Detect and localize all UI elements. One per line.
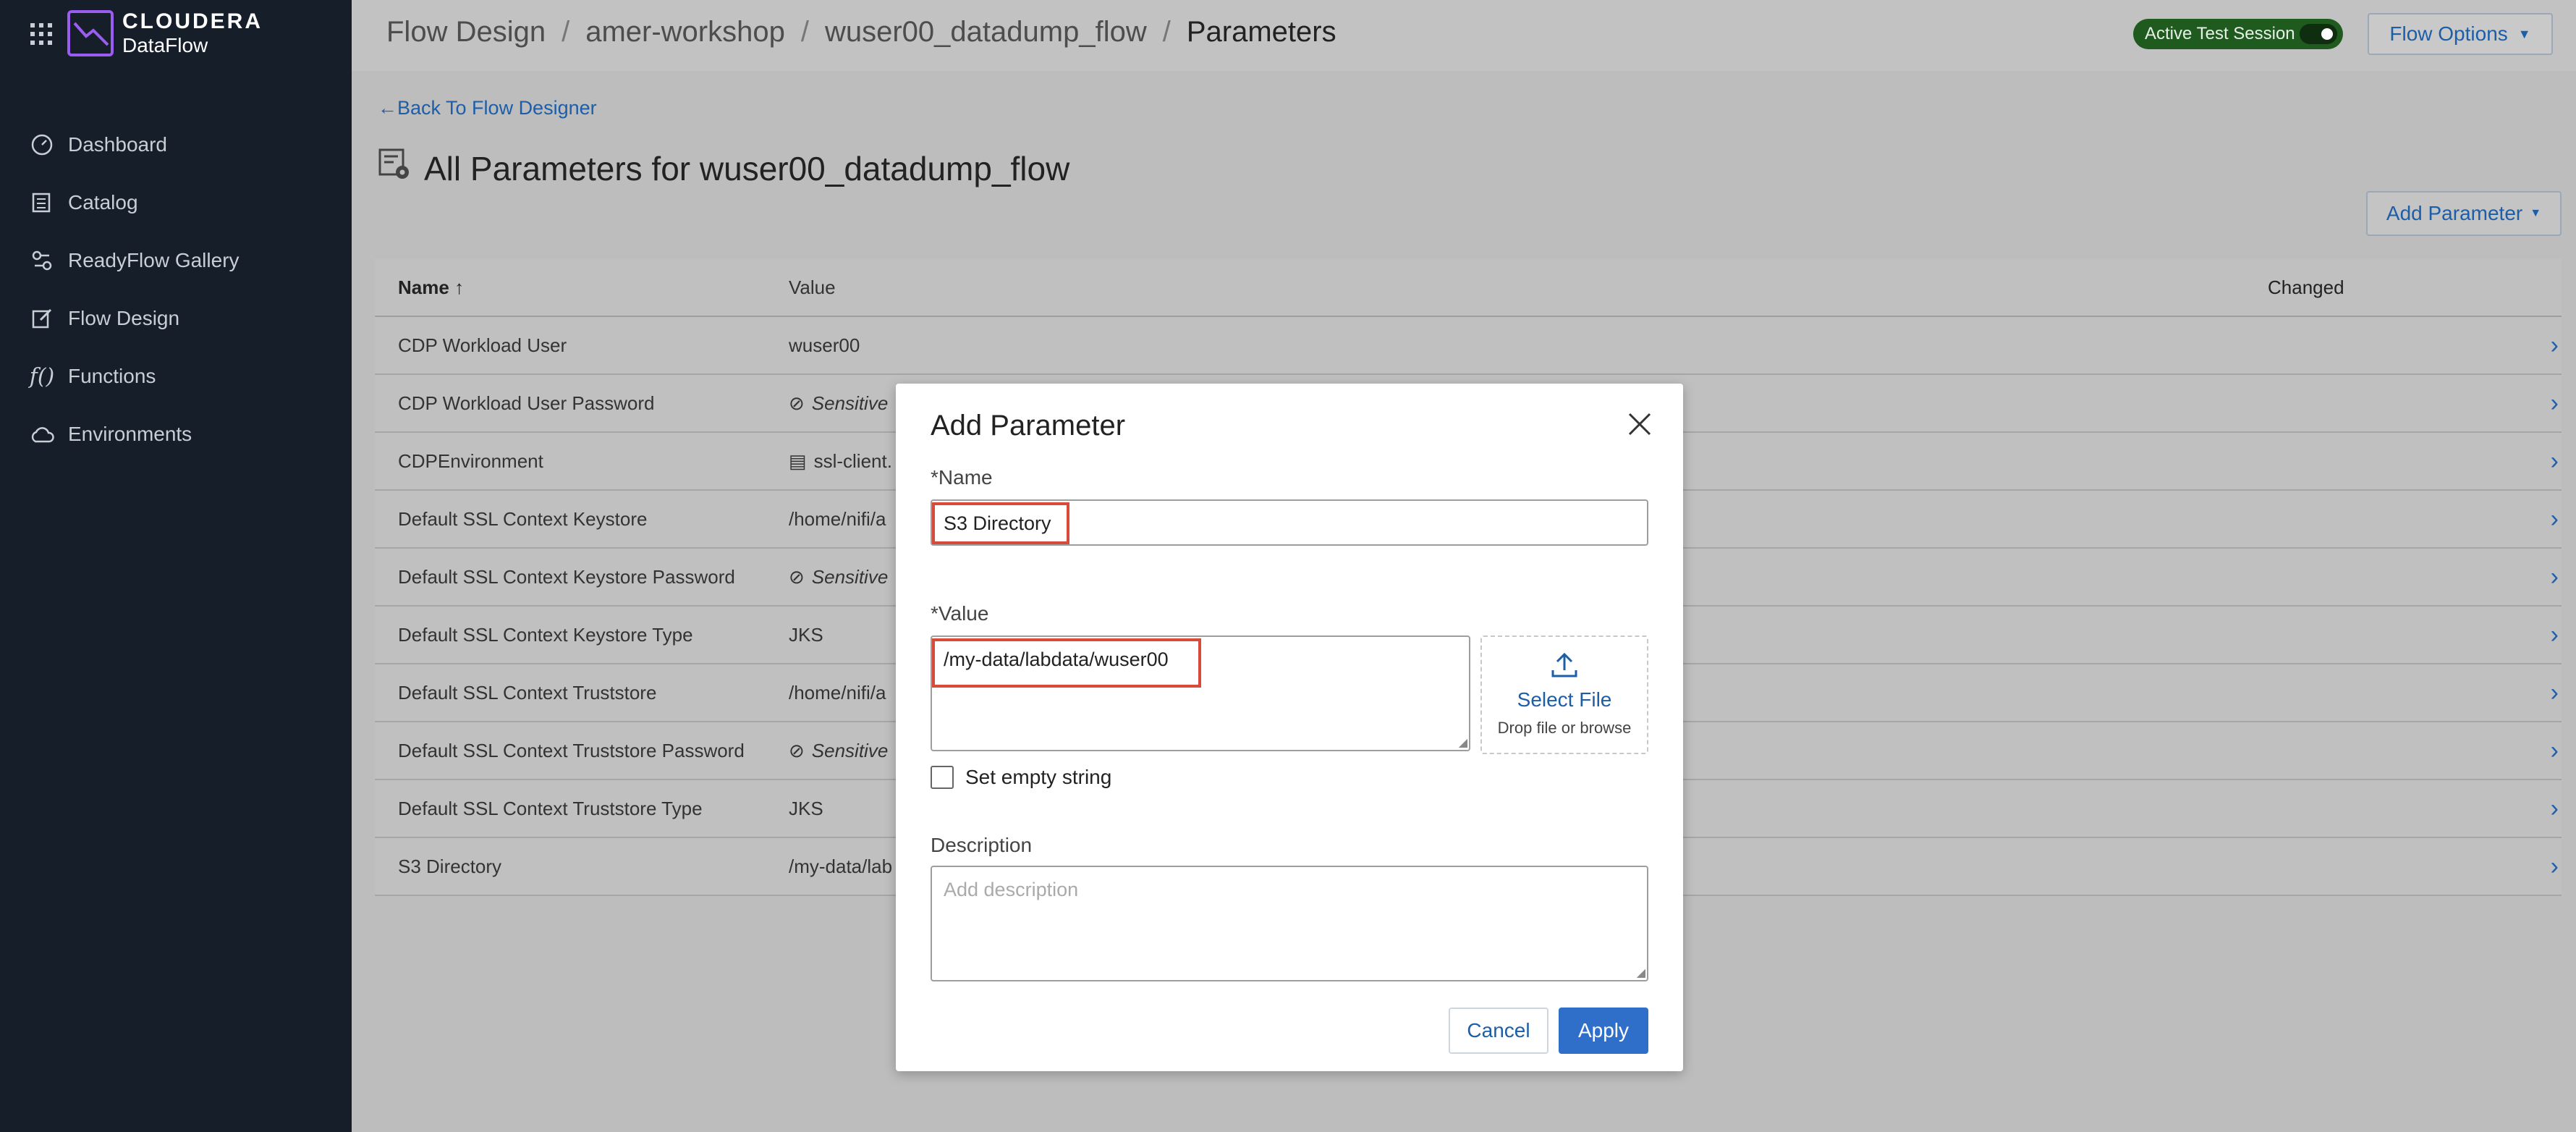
cancel-button[interactable]: Cancel [1449, 1008, 1548, 1054]
sidebar-item-flow-design[interactable]: Flow Design [0, 290, 352, 347]
sidebar-item-label: Functions [68, 365, 156, 387]
sidebar-item-environments[interactable]: Environments [0, 405, 352, 463]
flow-options-label: Flow Options [2389, 22, 2508, 45]
catalog-icon [27, 188, 56, 217]
breadcrumb-separator: / [562, 16, 570, 48]
upload-icon [1482, 650, 1647, 683]
arrow-left-icon: ← [378, 97, 397, 119]
brand-line1: CLOUDERA [122, 9, 263, 33]
app-grid-icon[interactable] [30, 23, 52, 45]
cloud-icon [27, 420, 56, 449]
sidebar-item-catalog[interactable]: Catalog [0, 174, 352, 232]
table-row[interactable]: CDP Workload User wuser00 › [375, 317, 2562, 375]
dataflow-logo-icon [67, 10, 114, 56]
add-parameter-dialog: Add Parameter *Name S3 Directory *Value … [896, 384, 1683, 1071]
description-label: Description [931, 834, 1033, 856]
dialog-title: Add Parameter [931, 410, 1126, 442]
breadcrumb-separator: / [800, 16, 809, 48]
sidebar-nav: Dashboard Catalog ReadyFlow Gallery Flow… [0, 116, 352, 463]
value-label: *Value [931, 602, 989, 625]
table-header: Name ↑ Value Changed [375, 259, 2562, 317]
chevron-right-icon[interactable]: › [2551, 331, 2559, 360]
sidebar: CLOUDERA DataFlow Dashboard Catalog Read… [0, 0, 352, 1132]
caret-down-icon: ▼ [2530, 207, 2542, 219]
add-parameter-button[interactable]: Add Parameter ▼ [2366, 191, 2562, 236]
column-header-value: Value [789, 276, 836, 298]
set-empty-string-label[interactable]: Set empty string [965, 766, 1111, 789]
eye-slash-icon: ⊘ [789, 392, 805, 414]
sidebar-item-label: ReadyFlow Gallery [68, 249, 240, 271]
file-drop-zone[interactable]: Select File Drop file or browse [1480, 635, 1648, 754]
breadcrumb-flow-design[interactable]: Flow Design [386, 16, 546, 48]
sidebar-item-dashboard[interactable]: Dashboard [0, 116, 352, 174]
breadcrumb-separator: / [1162, 16, 1171, 48]
test-session-label: Active Test Session [2145, 24, 2295, 43]
breadcrumb-current: Parameters [1186, 16, 1336, 48]
breadcrumb-workspace[interactable]: amer-workshop [585, 16, 785, 48]
sort-ascending-icon: ↑ [454, 276, 465, 298]
name-label: *Name [931, 466, 993, 489]
name-highlight-box [932, 502, 1069, 544]
chevron-right-icon[interactable]: › [2551, 679, 2559, 707]
eye-slash-icon: ⊘ [789, 739, 805, 761]
breadcrumb: Flow Design / amer-workshop / wuser00_da… [386, 16, 1336, 48]
page-title: All Parameters for wuser00_datadump_flow [378, 148, 1069, 189]
column-header-changed: Changed [2268, 276, 2344, 298]
chevron-right-icon[interactable]: › [2551, 853, 2559, 881]
toggle-switch-icon[interactable] [2300, 24, 2337, 44]
chevron-right-icon[interactable]: › [2551, 505, 2559, 533]
chevron-right-icon[interactable]: › [2551, 621, 2559, 649]
gauge-icon [27, 130, 56, 159]
breadcrumb-flow[interactable]: wuser00_datadump_flow [825, 16, 1147, 48]
cloudera-dataflow-logo[interactable]: CLOUDERA DataFlow [67, 10, 263, 56]
value-highlight-box [932, 638, 1201, 688]
chevron-right-icon[interactable]: › [2551, 389, 2559, 418]
active-test-session-toggle[interactable]: Active Test Session [2133, 19, 2343, 49]
set-empty-string-checkbox[interactable] [931, 766, 954, 789]
chevron-right-icon[interactable]: › [2551, 447, 2559, 476]
chevron-right-icon[interactable]: › [2551, 563, 2559, 591]
chevron-right-icon[interactable]: › [2551, 795, 2559, 823]
apply-button[interactable]: Apply [1559, 1008, 1648, 1054]
eye-slash-icon: ⊘ [789, 565, 805, 588]
select-file-link[interactable]: Select File [1482, 688, 1647, 711]
sidebar-item-label: Dashboard [68, 133, 167, 156]
top-bar: Flow Design / amer-workshop / wuser00_da… [352, 0, 2576, 71]
resize-handle-icon[interactable]: ◢ [1459, 735, 1467, 750]
resize-handle-icon[interactable]: ◢ [1637, 966, 1645, 980]
chevron-right-icon[interactable]: › [2551, 737, 2559, 765]
sidebar-item-label: Environments [68, 423, 192, 445]
parameters-settings-icon [378, 148, 411, 189]
description-textarea[interactable]: Add description ◢ [931, 866, 1648, 981]
sidebar-item-readyflow-gallery[interactable]: ReadyFlow Gallery [0, 232, 352, 290]
back-to-flow-designer-link[interactable]: ←Back To Flow Designer [378, 97, 597, 119]
function-icon: f() [29, 363, 55, 389]
readyflow-icon [27, 246, 56, 275]
sidebar-item-label: Catalog [68, 191, 138, 214]
file-icon: ▤ [789, 449, 807, 472]
flow-options-button[interactable]: Flow Options ▼ [2368, 13, 2553, 55]
sidebar-item-functions[interactable]: f() Functions [0, 347, 352, 405]
drop-file-hint: Drop file or browse [1497, 719, 1632, 737]
edit-icon [27, 304, 56, 333]
caret-down-icon: ▼ [2517, 26, 2531, 41]
close-icon[interactable] [1625, 410, 1654, 439]
sidebar-item-label: Flow Design [68, 307, 180, 329]
column-header-name[interactable]: Name ↑ [398, 276, 464, 299]
brand-line2: DataFlow [122, 34, 208, 56]
